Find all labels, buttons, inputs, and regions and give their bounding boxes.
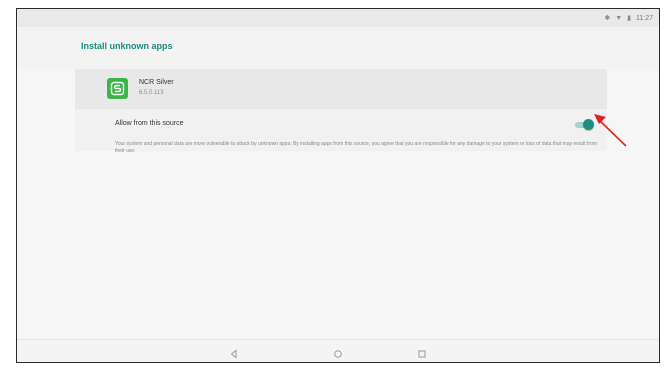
- ncr-silver-app-icon: [107, 78, 128, 99]
- security-warning-text: Your system and personal data are more v…: [115, 141, 598, 154]
- allow-source-label[interactable]: Allow from this source: [115, 120, 183, 127]
- app-version: 6.5.0.113: [139, 90, 164, 96]
- app-name: NCR Silver: [139, 79, 174, 86]
- recents-icon[interactable]: [417, 346, 427, 358]
- page-title: Install unknown apps: [81, 41, 173, 51]
- app-header: NCR Silver 6.5.0.113: [75, 69, 607, 109]
- battery-icon: ▮: [627, 14, 631, 22]
- app-bar: Install unknown apps: [17, 27, 659, 69]
- status-time: 11:27: [636, 14, 653, 22]
- device-screen: ✱ ▼ ▮ 11:27 Install unknown apps NCR Sil…: [16, 8, 660, 363]
- home-icon[interactable]: [333, 346, 343, 358]
- settings-content: NCR Silver 6.5.0.113 Allow from this sou…: [75, 69, 607, 154]
- bluetooth-icon: ✱: [604, 14, 611, 22]
- annotation-arrow-icon: [594, 114, 627, 147]
- back-icon[interactable]: [229, 346, 239, 359]
- status-bar: ✱ ▼ ▮ 11:27: [17, 9, 659, 27]
- navigation-bar: [17, 339, 659, 362]
- wifi-icon: ▼: [615, 14, 623, 22]
